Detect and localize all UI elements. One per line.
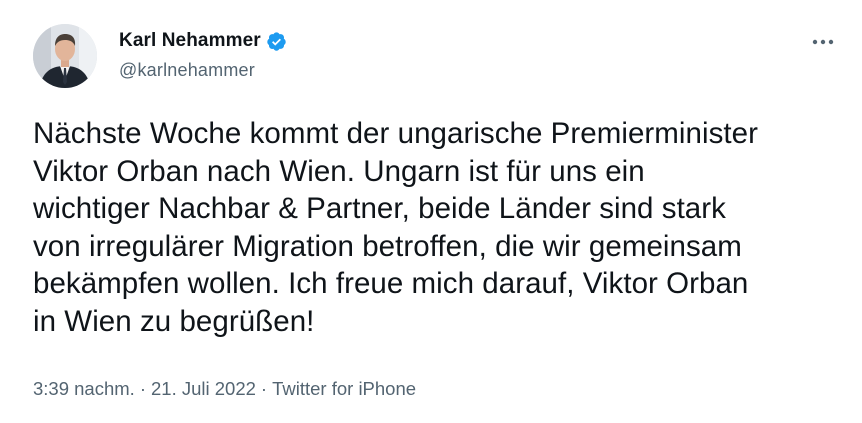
tweet-date[interactable]: 21. Juli 2022 <box>151 378 256 400</box>
avatar-portrait-icon <box>33 24 97 88</box>
meta-separator: · <box>139 378 146 399</box>
verified-badge-icon <box>266 31 287 52</box>
author-name-row: Karl Nehammer <box>119 29 287 53</box>
tweet-source[interactable]: Twitter for iPhone <box>272 378 416 400</box>
avatar[interactable] <box>33 24 97 88</box>
tweet-card: Karl Nehammer @karlnehammer Nächste Woch… <box>0 0 862 423</box>
tweet-text: Nächste Woche kommt der ungarische Premi… <box>33 117 758 338</box>
author-display-name[interactable]: Karl Nehammer <box>119 30 261 52</box>
author-handle[interactable]: @karlnehammer <box>119 60 287 81</box>
meta-separator: · <box>260 378 268 399</box>
tweet-time[interactable]: 3:39 nachm. <box>33 378 135 400</box>
tweet-metadata: 3:39 nachm. · 21. Juli 2022 · Twitter for iP… <box>33 378 416 400</box>
more-options-button[interactable] <box>806 28 840 56</box>
author-block: Karl Nehammer @karlnehammer <box>119 29 287 81</box>
more-options-icon <box>812 39 834 45</box>
